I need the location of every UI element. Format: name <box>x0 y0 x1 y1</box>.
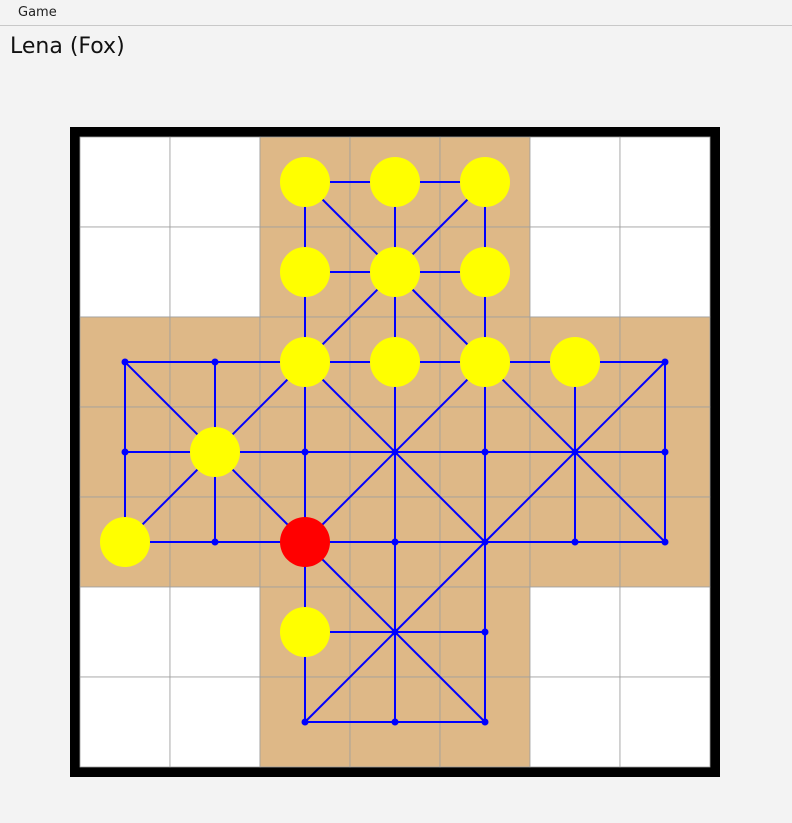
board-cell <box>79 226 171 318</box>
board-cell <box>169 676 261 768</box>
fox-piece[interactable] <box>280 517 330 567</box>
board-point[interactable] <box>481 448 489 456</box>
goose-piece[interactable] <box>280 247 330 297</box>
board-cell <box>79 586 171 678</box>
board-point[interactable] <box>481 718 489 726</box>
goose-piece[interactable] <box>370 247 420 297</box>
board-cell <box>529 136 621 228</box>
goose-piece[interactable] <box>370 157 420 207</box>
board-cell <box>619 676 711 768</box>
board-point[interactable] <box>211 358 219 366</box>
board-point[interactable] <box>661 538 669 546</box>
board-point[interactable] <box>121 448 129 456</box>
board-point[interactable] <box>391 628 399 636</box>
board-point[interactable] <box>301 718 309 726</box>
goose-piece[interactable] <box>460 157 510 207</box>
board-cell <box>619 586 711 678</box>
goose-piece[interactable] <box>550 337 600 387</box>
board-cell <box>79 136 171 228</box>
goose-piece[interactable] <box>460 247 510 297</box>
board-cell <box>619 226 711 318</box>
board-point[interactable] <box>391 538 399 546</box>
board-cell <box>79 676 171 768</box>
board-cell <box>529 586 621 678</box>
board-point[interactable] <box>391 718 399 726</box>
board-point[interactable] <box>121 358 129 366</box>
game-board[interactable] <box>0 0 792 823</box>
board-point[interactable] <box>481 628 489 636</box>
board-point[interactable] <box>391 448 399 456</box>
goose-piece[interactable] <box>190 427 240 477</box>
board-cell <box>529 676 621 768</box>
goose-piece[interactable] <box>280 607 330 657</box>
goose-piece[interactable] <box>280 337 330 387</box>
goose-piece[interactable] <box>370 337 420 387</box>
board-point[interactable] <box>211 538 219 546</box>
board-cell <box>529 226 621 318</box>
board-cell <box>169 586 261 678</box>
board-point[interactable] <box>301 448 309 456</box>
board-cell <box>619 136 711 228</box>
board-point[interactable] <box>571 448 579 456</box>
board-point[interactable] <box>481 538 489 546</box>
board-cell <box>169 226 261 318</box>
board-cell <box>169 136 261 228</box>
board-point[interactable] <box>571 538 579 546</box>
goose-piece[interactable] <box>460 337 510 387</box>
board-point[interactable] <box>661 448 669 456</box>
board-point[interactable] <box>661 358 669 366</box>
goose-piece[interactable] <box>280 157 330 207</box>
goose-piece[interactable] <box>100 517 150 567</box>
